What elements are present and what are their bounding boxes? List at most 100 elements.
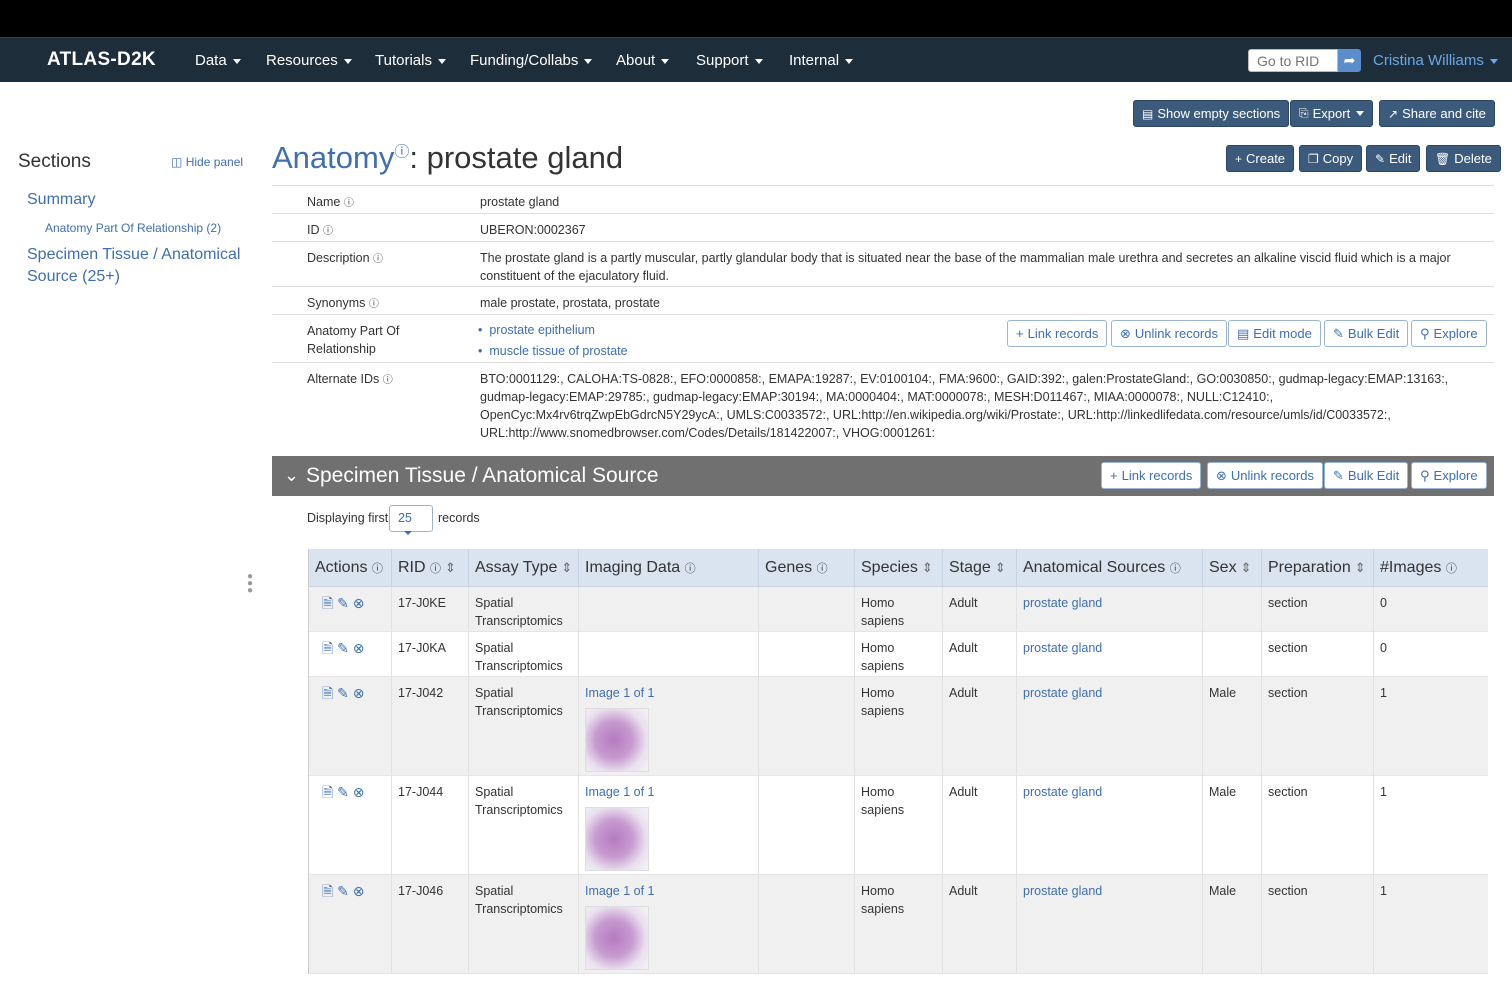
tissue-thumbnail[interactable] [585,906,649,970]
image-link[interactable]: Image 1 of 1 [585,785,655,799]
explore-button[interactable]: ⚲ Explore [1411,320,1487,347]
edit-button[interactable]: ✎ Edit [1366,145,1421,172]
copy-button[interactable]: ❐ Copy [1299,145,1363,172]
unlink-records-button[interactable]: ⊗ Unlink records [1111,320,1227,347]
export-button[interactable]: ⎘ Export [1290,100,1374,127]
info-icon[interactable]: ⓘ [369,299,379,310]
toc-anatomy-part-of[interactable]: Anatomy Part Of Relationship (2) [45,221,221,235]
image-link[interactable]: Image 1 of 1 [585,884,655,898]
view-details-icon[interactable]: 🗎 [322,883,333,899]
anatomical-source-link[interactable]: prostate gland [1023,596,1102,610]
circle-x-icon[interactable]: ⊗ [353,640,365,656]
circle-x-icon[interactable]: ⊗ [353,883,365,899]
anatomical-source-link[interactable]: prostate gland [1023,884,1102,898]
info-icon[interactable]: ⓘ [685,563,696,575]
col-preparation[interactable]: Preparation ⇕ [1262,549,1374,587]
part-of-link[interactable]: prostate epithelium [489,323,595,337]
bulk-edit-button[interactable]: ✎ Bulk Edit [1324,320,1409,347]
hide-panel-link[interactable]: ◫ Hide panel [171,155,243,169]
create-label: Create [1246,151,1286,166]
nav-data[interactable]: Data [195,52,241,69]
info-icon[interactable]: ⓘ [430,563,441,575]
toc-summary[interactable]: Summary [27,189,95,211]
cell-assay: Spatial Transcriptomics [469,632,579,676]
nav-resources[interactable]: Resources [266,52,352,69]
cell-images: 1 [1380,785,1387,799]
anatomical-source-link[interactable]: prostate gland [1023,785,1102,799]
sort-icon[interactable]: ⇕ [1241,560,1252,575]
section-unlink-records-button[interactable]: ⊗ Unlink records [1207,462,1323,489]
pencil-icon[interactable]: ✎ [337,784,349,800]
sort-icon[interactable]: ⇕ [1355,560,1366,575]
nav-tutorials[interactable]: Tutorials [375,52,446,69]
section-bulk-edit-button[interactable]: ✎ Bulk Edit [1324,462,1409,489]
section-header-specimen[interactable]: ⌄ Specimen Tissue / Anatomical Source + L… [272,456,1494,496]
pencil-icon[interactable]: ✎ [337,595,349,611]
view-details-icon[interactable]: 🗎 [322,784,333,800]
pencil-icon[interactable]: ✎ [337,685,349,701]
view-details-icon[interactable]: 🗎 [322,685,333,701]
section-explore-button[interactable]: ⚲ Explore [1411,462,1487,489]
col-assay-type[interactable]: Assay Type ⇕ [469,549,579,587]
info-icon[interactable]: ⓘ [394,144,409,161]
sort-icon[interactable]: ⇕ [922,560,933,575]
page-size-dropdown[interactable]: 25 [389,505,433,535]
field-key: Synonyms ⓘ [307,294,427,314]
circle-x-icon[interactable]: ⊗ [353,685,365,701]
col-label: Species [861,559,918,576]
col-species[interactable]: Species ⇕ [855,549,943,587]
record-row-synonyms: Synonyms ⓘ male prostate, prostata, pros… [272,287,1494,315]
user-menu[interactable]: Cristina Williams [1373,52,1498,69]
brand-logo[interactable]: ATLAS-D2K [47,49,156,71]
share-cite-button[interactable]: ↗ Share and cite [1379,100,1495,127]
col-sex[interactable]: Sex ⇕ [1203,549,1262,587]
info-icon[interactable]: ⓘ [323,226,333,237]
tissue-thumbnail[interactable] [585,807,649,871]
go-to-rid-input[interactable] [1248,49,1338,72]
cell-rid: 17-J044 [392,776,469,874]
col-label: RID [398,559,426,576]
pencil-icon[interactable]: ✎ [337,883,349,899]
resize-handle[interactable]: ● ● ● [247,572,253,596]
info-icon[interactable]: ⓘ [383,375,393,386]
toc-specimen-tissue[interactable]: Specimen Tissue / Anatomical Source (25+… [27,244,247,288]
image-link[interactable]: Image 1 of 1 [585,686,655,700]
nav-internal[interactable]: Internal [789,52,854,69]
circle-x-icon[interactable]: ⊗ [353,595,365,611]
section-link-records-button[interactable]: + Link records [1101,462,1202,489]
create-button[interactable]: + Create [1226,145,1295,172]
col-stage[interactable]: Stage ⇕ [943,549,1017,587]
go-to-rid-button[interactable]: ➦ [1338,49,1361,72]
nav-about[interactable]: About [616,52,670,69]
link-records-label: Link records [1027,326,1099,341]
info-icon[interactable]: ⓘ [1170,563,1181,575]
view-details-icon[interactable]: 🗎 [322,640,333,656]
info-icon[interactable]: ⓘ [373,254,383,265]
col-rid[interactable]: RID ⓘ ⇕ [392,549,469,587]
nav-internal-label: Internal [789,52,840,69]
part-of-link[interactable]: muscle tissue of prostate [489,344,627,358]
nav-funding[interactable]: Funding/Collabs [470,52,593,69]
show-empty-sections-button[interactable]: ▤ Show empty sections [1133,100,1290,127]
info-icon[interactable]: ⓘ [1446,563,1457,575]
chevron-down-icon [343,58,352,64]
sort-icon[interactable]: ⇕ [995,560,1006,575]
circle-x-icon[interactable]: ⊗ [353,784,365,800]
tissue-thumbnail[interactable] [585,708,649,772]
pencil-icon[interactable]: ✎ [337,640,349,656]
delete-button[interactable]: 🗑 Delete [1426,145,1501,172]
nav-support[interactable]: Support [696,52,763,69]
info-icon[interactable]: ⓘ [344,198,354,209]
anatomical-source-link[interactable]: prostate gland [1023,686,1102,700]
info-icon[interactable]: ⓘ [817,563,828,575]
view-details-icon[interactable]: 🗎 [322,595,333,611]
table-name-link[interactable]: Anatomy [272,140,394,175]
chevron-down-icon[interactable]: ⌄ [284,465,299,486]
anatomical-source-link[interactable]: prostate gland [1023,641,1102,655]
edit-mode-button[interactable]: ▤ Edit mode [1228,320,1321,347]
sort-icon[interactable]: ⇕ [445,560,456,575]
sort-icon[interactable]: ⇕ [561,560,572,575]
bulk-edit-label: Bulk Edit [1347,326,1400,341]
link-records-button[interactable]: + Link records [1007,320,1108,347]
info-icon[interactable]: ⓘ [372,563,383,575]
